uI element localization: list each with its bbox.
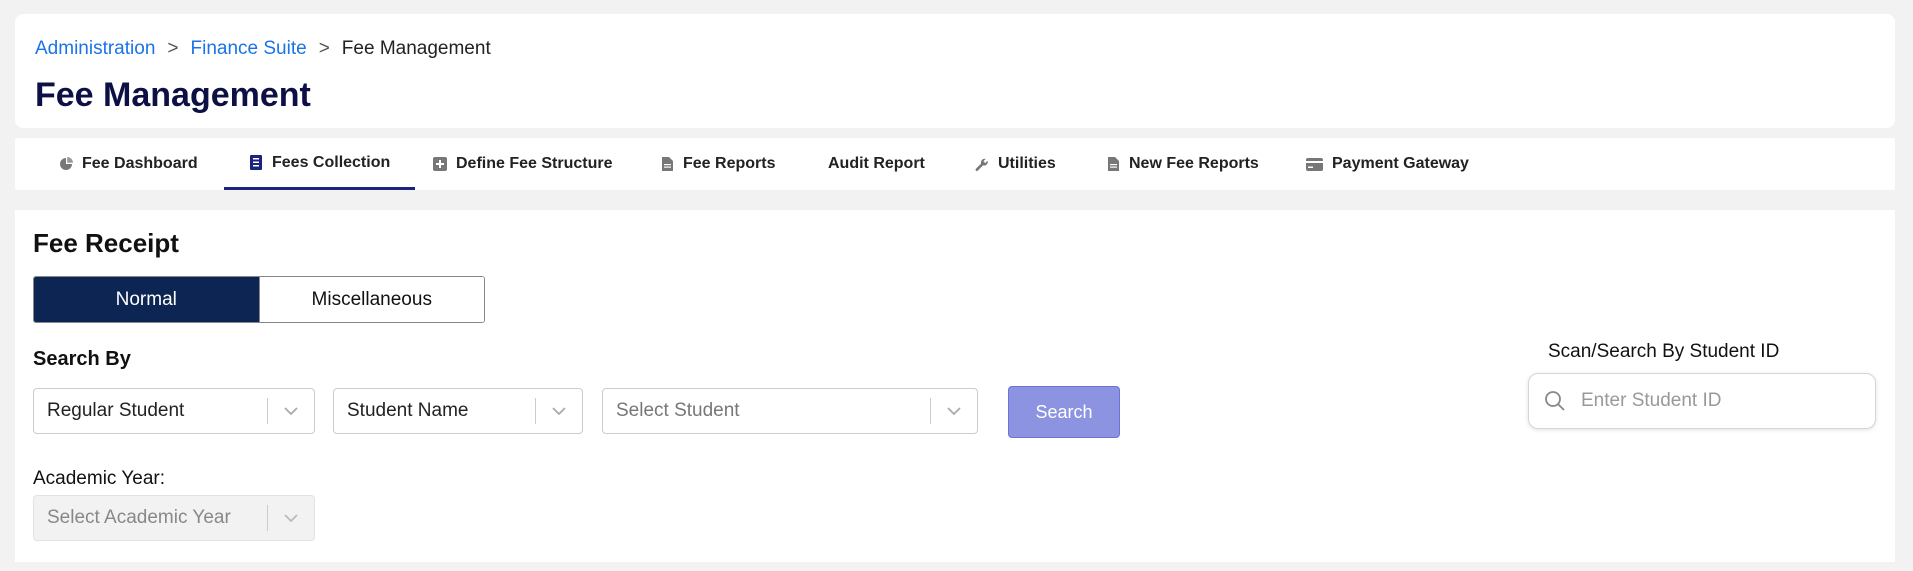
receipt-mode-toggle: Normal Miscellaneous	[33, 276, 485, 323]
tab-audit-report[interactable]: Audit Report	[828, 138, 925, 190]
mode-normal-button[interactable]: Normal	[34, 277, 259, 322]
search-by-label: Search By	[33, 348, 131, 370]
tab-label: Payment Gateway	[1332, 155, 1469, 172]
tab-label: Audit Report	[828, 155, 925, 172]
search-icon	[1529, 389, 1581, 413]
select-value: Regular Student	[47, 400, 185, 421]
academic-year-label: Academic Year:	[33, 468, 166, 489]
student-id-search	[1528, 373, 1876, 429]
academic-year-select[interactable]: Select Academic Year	[33, 495, 315, 541]
select-placeholder: Select Academic Year	[47, 507, 231, 528]
section-title: Fee Receipt	[33, 228, 179, 258]
chevron-down-icon	[268, 513, 314, 523]
tab-payment-gateway[interactable]: Payment Gateway	[1305, 138, 1469, 190]
tab-label: Fee Reports	[683, 155, 776, 172]
tab-label: Utilities	[998, 155, 1056, 172]
pie-chart-icon	[59, 157, 73, 171]
student-id-input[interactable]	[1581, 390, 1861, 412]
breadcrumb-current: Fee Management	[341, 38, 491, 59]
fee-receipt-panel: Fee Receipt Normal Miscellaneous Search …	[15, 210, 1895, 562]
page-title: Fee Management	[35, 76, 311, 114]
chevron-down-icon	[268, 406, 314, 416]
select-value: Student Name	[347, 400, 469, 421]
student-type-select[interactable]: Regular Student	[33, 388, 315, 434]
tab-utilities[interactable]: Utilities	[975, 138, 1056, 190]
tabs-bar: Fee Dashboard Fees Collection Define Fee…	[15, 138, 1895, 190]
breadcrumb-separator: >	[318, 38, 330, 59]
tab-label: New Fee Reports	[1129, 155, 1259, 172]
student-select[interactable]: Select Student	[602, 388, 978, 434]
tab-define-fee-structure[interactable]: Define Fee Structure	[433, 138, 612, 190]
tab-fee-dashboard[interactable]: Fee Dashboard	[59, 138, 198, 190]
tab-new-fee-reports[interactable]: New Fee Reports	[1106, 138, 1259, 190]
wrench-icon	[975, 157, 989, 171]
breadcrumb: Administration > Finance Suite > Fee Man…	[35, 38, 491, 60]
select-placeholder: Select Student	[616, 400, 740, 421]
credit-card-icon	[1305, 157, 1323, 171]
mode-miscellaneous-button[interactable]: Miscellaneous	[258, 277, 484, 322]
page-header: Administration > Finance Suite > Fee Man…	[15, 14, 1895, 128]
plus-square-icon	[433, 157, 447, 171]
breadcrumb-administration[interactable]: Administration	[35, 38, 155, 60]
scan-search-label: Scan/Search By Student ID	[1548, 341, 1780, 362]
receipt-icon	[249, 155, 263, 170]
search-button[interactable]: Search	[1008, 386, 1120, 438]
document-icon	[1106, 157, 1120, 171]
tab-label: Fee Dashboard	[82, 155, 198, 172]
tab-label: Define Fee Structure	[456, 155, 613, 172]
tab-label: Fees Collection	[272, 153, 391, 171]
breadcrumb-separator: >	[167, 38, 179, 59]
tab-fees-collection[interactable]: Fees Collection	[224, 138, 416, 190]
chevron-down-icon	[536, 406, 582, 416]
document-icon	[660, 157, 674, 171]
breadcrumb-finance-suite[interactable]: Finance Suite	[191, 38, 307, 60]
tab-fee-reports[interactable]: Fee Reports	[660, 138, 775, 190]
chevron-down-icon	[931, 406, 977, 416]
search-field-select[interactable]: Student Name	[333, 388, 583, 434]
